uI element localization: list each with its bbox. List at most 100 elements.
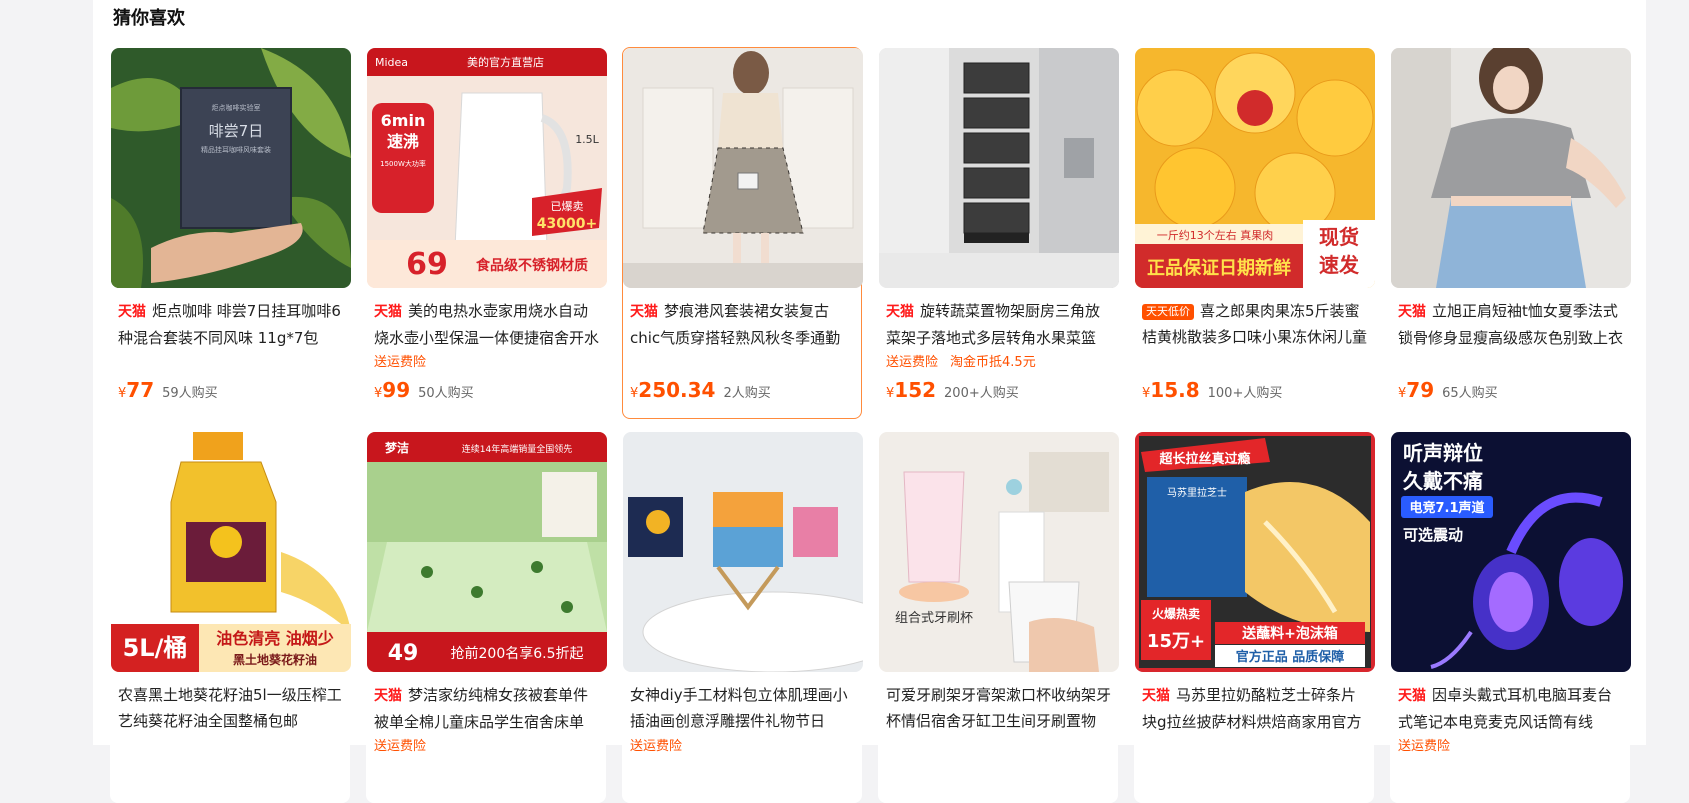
image-text: 黑土地葵花籽油 xyxy=(233,652,317,667)
image-text: 听声辩位 xyxy=(1403,441,1483,465)
product-image[interactable]: 超长拉丝真过瘾 马苏里拉芝士 火爆热卖 15万+ 送蘸料+泡沫箱 官方正品 品质… xyxy=(1135,432,1375,672)
product-card[interactable]: 5L/桶 油色清亮 油烟少 黑土地葵花籽油 农喜黑土地葵花籽油5l一级压榨工艺纯… xyxy=(110,431,351,803)
promo-row: 送运费险 淘金币抵4.5元 xyxy=(886,351,1114,370)
image-text: 油色清亮 油烟少 xyxy=(216,629,334,648)
image-text: 15万+ xyxy=(1147,631,1205,652)
product-card[interactable]: Midea 美的官方直营店 6min 速沸 1500W大功率 1.5L 已爆卖 … xyxy=(366,47,607,419)
image-text: 69 xyxy=(406,247,448,282)
product-title[interactable]: 天天低价喜之郎果肉果冻5斤装蜜桔黄桃散装多口味小果冻休闲儿童零食 xyxy=(1142,298,1370,350)
product-card[interactable]: 女神diy手工材料包立体肌理画小插油画创意浮雕摆件礼物节日 送运费险 xyxy=(622,431,863,803)
promo-row: 送运费险 xyxy=(374,351,602,370)
product-title[interactable]: 天猫 旋转蔬菜置物架厨房三角放菜架子落地式多层转角水果菜篮 xyxy=(886,298,1114,350)
promo-label: 送运费险 xyxy=(630,739,683,754)
product-title[interactable]: 农喜黑土地葵花籽油5l一级压榨工艺纯葵花籽油全国整桶包邮 xyxy=(118,682,346,734)
price-row: ¥77 59人购买 xyxy=(118,378,218,402)
low-price-tag: 天天低价 xyxy=(1142,304,1194,320)
tmall-tag: 天猫 xyxy=(1398,304,1426,320)
price-row: ¥250.34 2人购买 xyxy=(630,378,771,402)
product-image[interactable] xyxy=(1391,48,1631,288)
product-title[interactable]: 可爱牙刷架牙膏架漱口杯收纳架牙杯情侣宿舍牙缸卫生间牙刷置物 xyxy=(886,682,1114,734)
tmall-tag: 天猫 xyxy=(374,688,402,704)
tmall-tag: 天猫 xyxy=(630,304,658,320)
image-text: 5L/桶 xyxy=(123,634,188,662)
product-image[interactable]: 听声辩位 久戴不痛 电竞7.1声道 可选震动 xyxy=(1391,432,1631,672)
image-text: 组合式牙刷杯 xyxy=(895,611,973,626)
image-text: 抢前200名享6.5折起 xyxy=(451,645,584,662)
product-title[interactable]: 天猫 梦痕港风套装裙女装复古chic气质穿搭轻熟风秋冬季通勤 xyxy=(630,298,858,350)
sold-count: 50人购买 xyxy=(418,386,474,401)
product-image[interactable] xyxy=(623,432,863,672)
image-text: 43000+ xyxy=(537,216,597,232)
product-image[interactable]: 梦洁 连续14年高端销量全国领先 49 抢前200名享6.5折起 xyxy=(367,432,607,672)
product-image[interactable]: Midea 美的官方直营店 6min 速沸 1500W大功率 1.5L 已爆卖 … xyxy=(367,48,607,288)
image-text: 电竞7.1声道 xyxy=(1409,500,1484,516)
sold-count: 100+人购买 xyxy=(1207,386,1283,401)
product-image[interactable]: 炬点咖啡实验室 啡尝7日 精品挂耳咖啡风味套装 xyxy=(111,48,351,288)
product-title[interactable]: 天猫 因卓头戴式耳机电脑耳麦台式笔记本电竞麦克风话筒有线 xyxy=(1398,682,1626,734)
product-price: 152 xyxy=(894,378,937,402)
image-text: 炬点咖啡实验室 xyxy=(212,103,261,112)
product-price: 15.8 xyxy=(1150,378,1200,402)
product-title[interactable]: 天猫美的电热水壶家用烧水自动烧水壶小型保温一体便捷宿舍开水壶 xyxy=(374,298,602,350)
product-card[interactable]: 炬点咖啡实验室 啡尝7日 精品挂耳咖啡风味套装 天猫 炬点咖啡 啡尝7日挂耳咖啡6… xyxy=(110,47,351,419)
image-text: 火爆热卖 xyxy=(1152,606,1200,621)
image-text: 精品挂耳咖啡风味套装 xyxy=(201,145,271,154)
price-row: ¥15.8 100+人购买 xyxy=(1142,378,1282,402)
product-title[interactable]: 天猫 立旭正肩短袖t恤女夏季法式锁骨修身显瘦高级感灰色别致上衣 xyxy=(1398,298,1626,350)
product-image[interactable] xyxy=(879,48,1119,288)
image-text: Midea xyxy=(375,56,408,69)
tmall-tag: 天猫 xyxy=(1142,688,1170,704)
product-card[interactable]: 一斤约13个左右 真果肉 现货 速发 正品保证日期新鲜 天天低价 喜之郎果肉果冻5… xyxy=(1134,47,1375,419)
price-row: ¥152 200+人购买 xyxy=(886,378,1019,402)
image-text: 久戴不痛 xyxy=(1403,469,1483,493)
product-card[interactable]: 天猫 梦痕港风套装裙女装复古chic气质穿搭轻熟风秋冬季通勤 ¥250.34 2人购… xyxy=(622,47,863,419)
product-title[interactable]: 女神diy手工材料包立体肌理画小插油画创意浮雕摆件礼物节日 xyxy=(630,682,858,734)
image-text: 现货 xyxy=(1319,225,1359,249)
sold-count: 200+人购买 xyxy=(944,386,1019,401)
price-row: ¥99 50人购买 xyxy=(374,378,474,402)
product-image[interactable]: 5L/桶 油色清亮 油烟少 黑土地葵花籽油 xyxy=(111,432,351,672)
image-text: 速沸 xyxy=(387,132,419,151)
tmall-tag: 天猫 xyxy=(886,304,914,320)
image-text: 已爆卖 xyxy=(551,199,584,213)
product-price: 77 xyxy=(126,378,155,402)
promo-label: 淘金币抵4.5元 xyxy=(950,355,1036,370)
image-text: 美的官方直营店 xyxy=(467,55,544,69)
promo-label: 送运费险 xyxy=(886,355,939,370)
product-title[interactable]: 天猫 梦洁家纺纯棉女孩被套单件被单全棉儿童床品学生宿舍床单 xyxy=(374,682,602,734)
image-text: 连续14年高端销量全国领先 xyxy=(462,443,572,455)
product-card[interactable]: 超长拉丝真过瘾 马苏里拉芝士 火爆热卖 15万+ 送蘸料+泡沫箱 官方正品 品质… xyxy=(1134,431,1375,803)
product-price: 99 xyxy=(382,378,411,402)
tmall-tag: 天猫 xyxy=(374,304,402,320)
image-text: 6min xyxy=(381,111,426,130)
image-text: 一斤约13个左右 真果肉 xyxy=(1157,228,1274,242)
image-text: 食品级不锈钢材质 xyxy=(476,257,588,274)
tmall-tag: 天猫 xyxy=(1398,688,1426,704)
product-price: 250.34 xyxy=(638,378,716,402)
section-title: 猜你喜欢 xyxy=(113,8,185,29)
image-text: 正品保证日期新鲜 xyxy=(1147,257,1291,279)
image-text: 送蘸料+泡沫箱 xyxy=(1241,625,1338,642)
sold-count: 59人购买 xyxy=(162,386,218,401)
product-card[interactable]: 梦洁 连续14年高端销量全国领先 49 抢前200名享6.5折起 天猫 梦洁家纺纯… xyxy=(366,431,607,803)
product-card[interactable]: 组合式牙刷杯 可爱牙刷架牙膏架漱口杯收纳架牙杯情侣宿舍牙缸卫生间牙刷置物 xyxy=(878,431,1119,803)
product-title[interactable]: 天猫 炬点咖啡 啡尝7日挂耳咖啡6种混合套装不同风味 11g*7包 xyxy=(118,298,346,350)
image-text: 马苏里拉芝士 xyxy=(1167,486,1227,499)
promo-label: 送运费险 xyxy=(374,739,427,754)
product-image[interactable] xyxy=(623,48,863,288)
image-text: 啡尝7日 xyxy=(209,122,264,140)
product-card[interactable]: 天猫 旋转蔬菜置物架厨房三角放菜架子落地式多层转角水果菜篮 送运费险 淘金币抵4.5… xyxy=(878,47,1119,419)
product-title[interactable]: 天猫马苏里拉奶酪粒芝士碎条片块g拉丝披萨材料烘焙商家用官方旗舰店 xyxy=(1142,682,1370,734)
promo-label: 送运费险 xyxy=(374,355,427,370)
product-image[interactable]: 一斤约13个左右 真果肉 现货 速发 正品保证日期新鲜 xyxy=(1135,48,1375,288)
image-text: 49 xyxy=(388,641,419,666)
image-text: 超长拉丝真过瘾 xyxy=(1159,451,1250,467)
image-text: 1.5L xyxy=(575,133,599,146)
product-card[interactable]: 天猫 立旭正肩短袖t恤女夏季法式锁骨修身显瘦高级感灰色别致上衣 ¥79 65人购买 xyxy=(1390,47,1631,419)
product-card[interactable]: 听声辩位 久戴不痛 电竞7.1声道 可选震动 天猫 因卓头戴式耳机电脑耳麦台式笔记… xyxy=(1390,431,1631,803)
image-text: 速发 xyxy=(1319,253,1360,277)
tmall-tag: 天猫 xyxy=(118,304,146,320)
promo-label: 送运费险 xyxy=(1398,739,1451,754)
image-text: 官方正品 品质保障 xyxy=(1236,649,1345,665)
product-image[interactable]: 组合式牙刷杯 xyxy=(879,432,1119,672)
